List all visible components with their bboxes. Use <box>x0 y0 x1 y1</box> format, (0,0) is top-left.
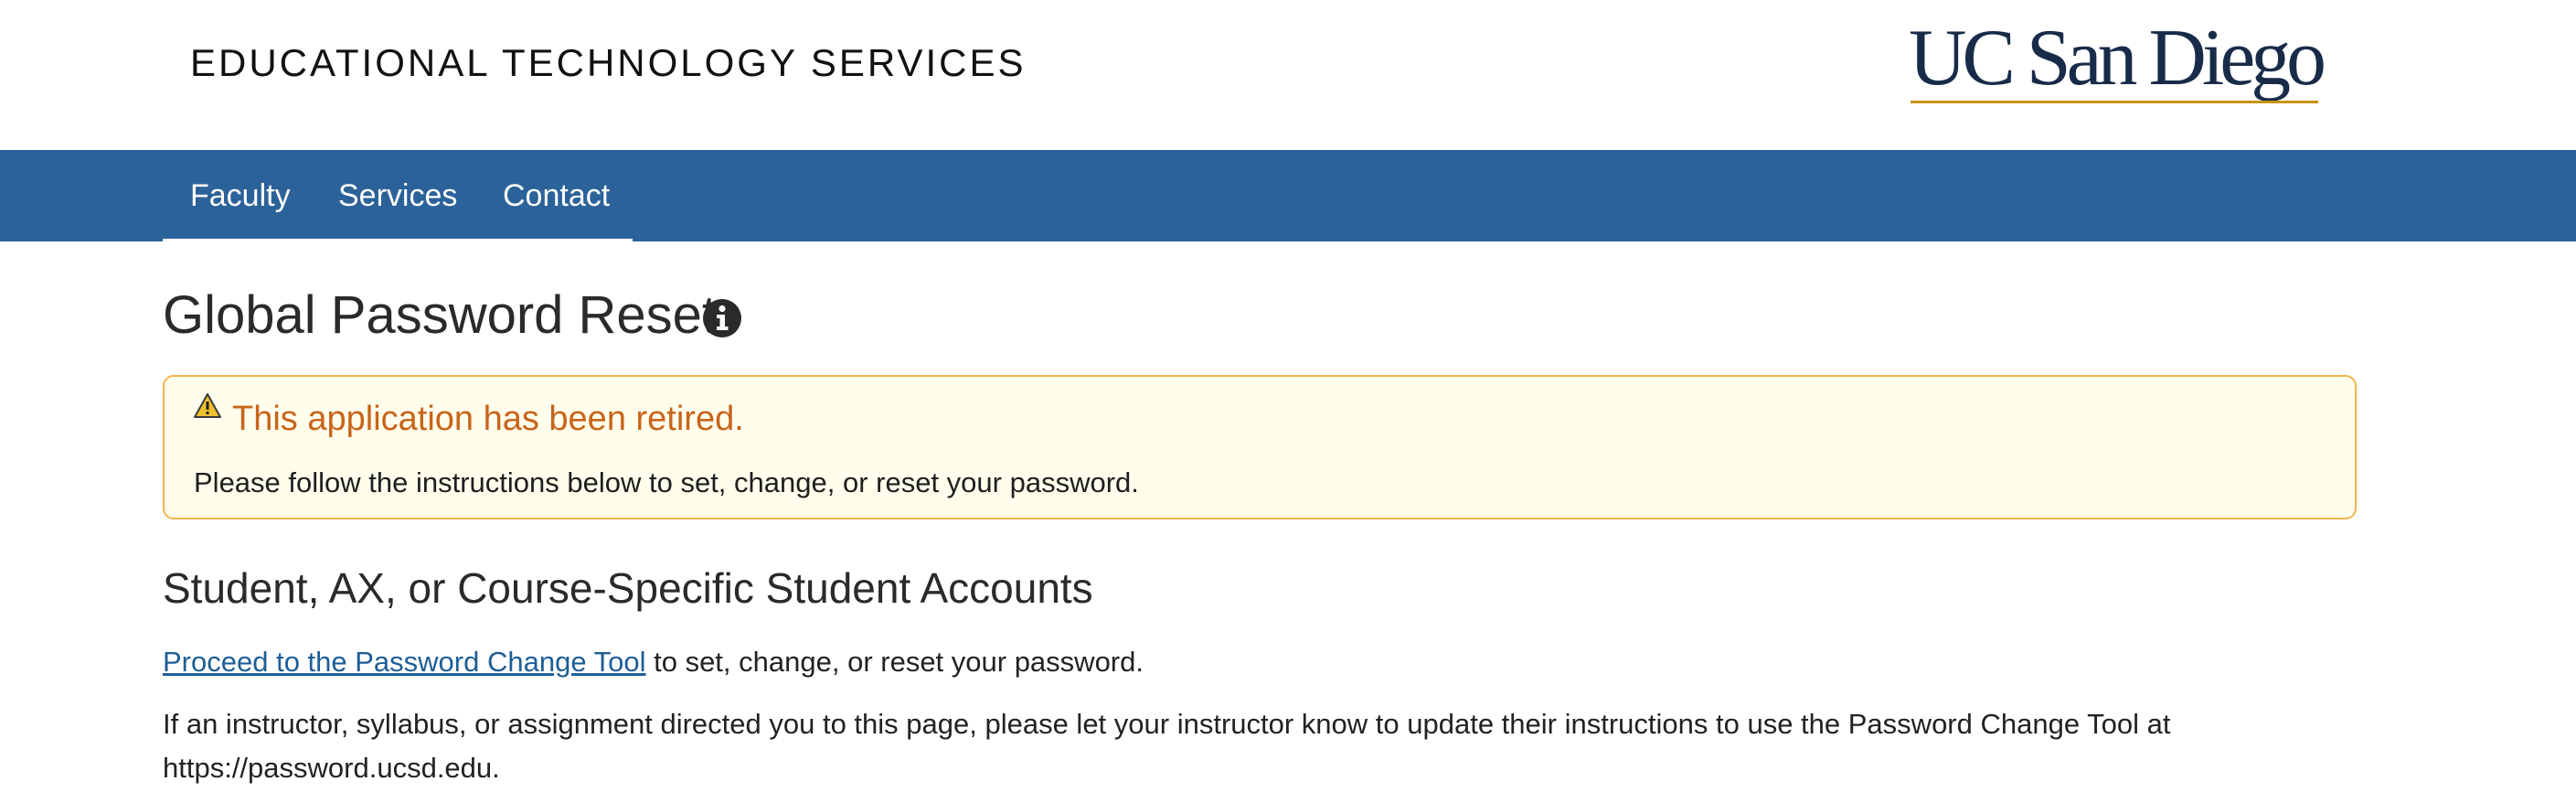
info-circle-icon[interactable] <box>702 298 742 338</box>
alert-heading: This application has been retired. <box>232 400 744 438</box>
retired-alert: This application has been retired. Pleas… <box>163 375 2357 519</box>
link-suffix-text: to set, change, or reset your password. <box>645 646 1144 678</box>
nav-item-faculty[interactable]: Faculty <box>190 150 291 241</box>
logo-text: UC San Diego <box>1909 20 2324 102</box>
instructor-paragraph-line2: https://password.ucsd.edu. <box>163 752 500 784</box>
logo-underline <box>1911 101 2318 103</box>
password-change-tool-link[interactable]: Proceed to the Password Change Tool <box>163 646 645 678</box>
nav-menu: Faculty Services Contact <box>163 150 633 241</box>
main-navbar: Faculty Services Contact <box>0 150 2576 241</box>
section-heading: Student, AX, or Course-Specific Student … <box>163 564 1093 612</box>
page-title: Global Password Reset <box>163 285 718 345</box>
alert-text: Please follow the instructions below to … <box>194 466 1139 498</box>
instructor-paragraph-line1: If an instructor, syllabus, or assignmen… <box>163 708 2171 740</box>
nav-item-contact[interactable]: Contact <box>503 150 610 241</box>
nav-item-services[interactable]: Services <box>338 150 457 241</box>
site-header: EDUCATIONAL TECHNOLOGY SERVICES UC San D… <box>0 0 2576 150</box>
password-tool-paragraph: Proceed to the Password Change Tool to s… <box>163 640 1144 684</box>
site-title[interactable]: EDUCATIONAL TECHNOLOGY SERVICES <box>190 40 1027 86</box>
uc-san-diego-logo[interactable]: UC San Diego <box>1909 20 2329 112</box>
warning-triangle-icon <box>194 393 221 418</box>
